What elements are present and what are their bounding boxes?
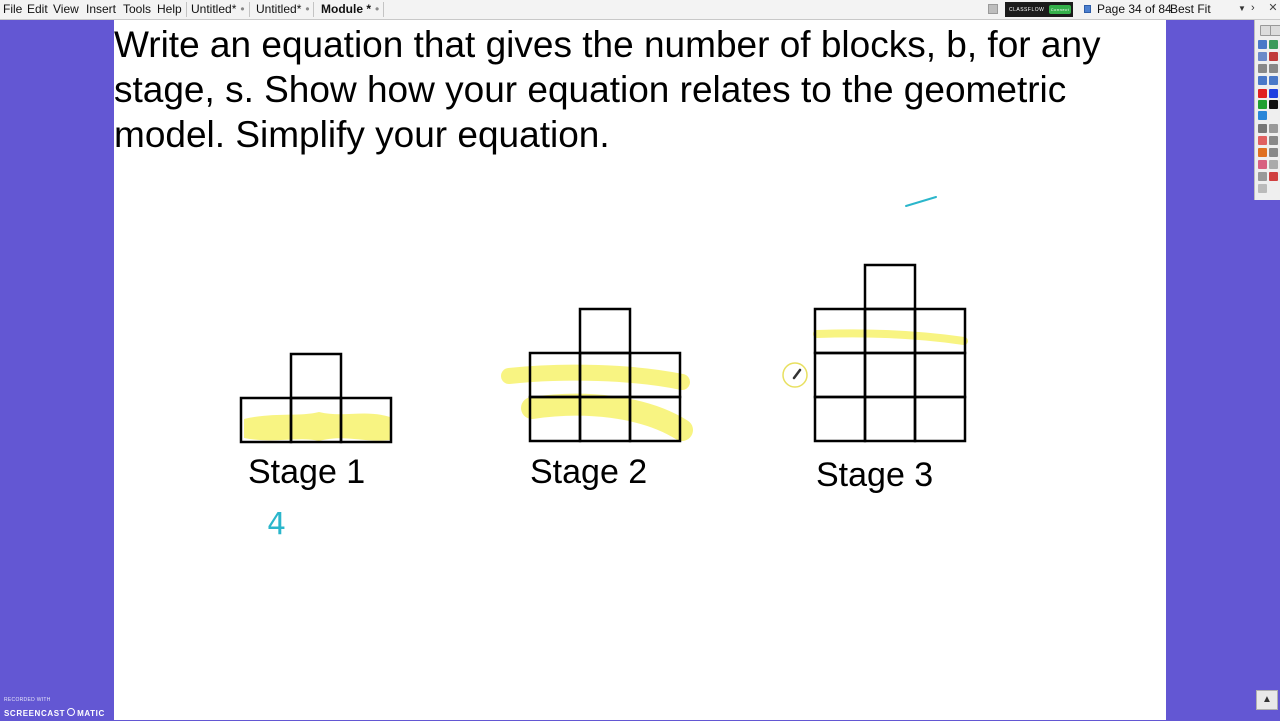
pen-icon[interactable] bbox=[1269, 52, 1278, 61]
color-green-swatch[interactable] bbox=[1258, 100, 1267, 109]
close-icon[interactable] bbox=[1270, 25, 1280, 36]
tab-untitled-1[interactable]: Untitled* • bbox=[191, 3, 245, 16]
prev-page-icon[interactable] bbox=[1258, 76, 1267, 85]
shape-icon[interactable] bbox=[1258, 136, 1267, 145]
flipchart-page[interactable]: Write an equation that gives the number … bbox=[114, 20, 1166, 720]
pen-cursor-icon bbox=[782, 362, 808, 388]
block bbox=[913, 307, 967, 355]
reset-icon[interactable] bbox=[1269, 172, 1278, 181]
stage2-label: Stage 2 bbox=[530, 453, 647, 491]
text-icon[interactable] bbox=[1258, 148, 1267, 157]
menu-file[interactable]: File bbox=[3, 3, 22, 16]
tab-label: Module * bbox=[321, 2, 371, 16]
highlight-stage2-lower bbox=[521, 393, 693, 441]
tab-divider bbox=[313, 2, 314, 17]
main-menu-icon[interactable] bbox=[1258, 40, 1267, 49]
connector-icon[interactable] bbox=[1269, 136, 1278, 145]
block bbox=[863, 395, 917, 443]
eraser-icon[interactable] bbox=[1269, 124, 1278, 133]
tab-close-icon[interactable]: • bbox=[375, 2, 379, 16]
menu-edit[interactable]: Edit bbox=[27, 3, 48, 16]
tab-close-icon[interactable]: • bbox=[240, 2, 244, 16]
block bbox=[578, 307, 632, 355]
toolbox-panel bbox=[1254, 20, 1280, 200]
color-red-swatch[interactable] bbox=[1258, 89, 1267, 98]
block bbox=[913, 395, 967, 443]
tab-label: Untitled* bbox=[191, 2, 237, 16]
select-icon[interactable] bbox=[1258, 52, 1267, 61]
block bbox=[863, 351, 917, 399]
watermark-right-text: MATIC bbox=[77, 709, 105, 718]
color-blue-swatch[interactable] bbox=[1269, 89, 1278, 98]
tab-module[interactable]: Module * • bbox=[321, 3, 379, 16]
highlight-stage3-top bbox=[813, 329, 968, 345]
watermark-top-text: RECORDED WITH bbox=[4, 697, 51, 703]
chevron-down-icon[interactable]: ▼ bbox=[1238, 4, 1248, 14]
chevron-right-icon[interactable]: › bbox=[1251, 2, 1255, 14]
minimize-icon[interactable] bbox=[988, 4, 998, 14]
stage3-model bbox=[813, 263, 967, 443]
block bbox=[289, 352, 343, 400]
menu-bar: File Edit View Insert Tools Help Untitle… bbox=[0, 0, 1280, 20]
redo-icon[interactable] bbox=[1269, 64, 1278, 73]
tab-divider bbox=[383, 2, 384, 17]
tab-untitled-2[interactable]: Untitled* • bbox=[256, 3, 310, 16]
menu-help[interactable]: Help bbox=[157, 3, 182, 16]
highlighter-strokes bbox=[244, 329, 968, 441]
watermark-left-text: SCREENCAST bbox=[4, 709, 66, 718]
highlighter-icon[interactable] bbox=[1258, 124, 1267, 133]
toolbox-toggle-icon[interactable]: ▲ bbox=[1256, 690, 1278, 710]
camera-icon[interactable] bbox=[1258, 172, 1267, 181]
clear-icon[interactable] bbox=[1269, 160, 1278, 169]
spotlight-icon[interactable] bbox=[1258, 160, 1267, 169]
tab-divider bbox=[249, 2, 250, 17]
color-black-swatch[interactable] bbox=[1269, 100, 1278, 109]
handwritten-dash bbox=[905, 196, 937, 207]
tab-divider bbox=[186, 2, 187, 17]
classflow-label: CLASSFLOW bbox=[1009, 7, 1045, 13]
browsers-icon[interactable] bbox=[1269, 40, 1278, 49]
page-indicator: Page 34 of 84 bbox=[1097, 2, 1172, 16]
undo-icon[interactable] bbox=[1258, 64, 1267, 73]
fill-icon[interactable] bbox=[1258, 111, 1267, 120]
zoom-select[interactable]: Best Fit bbox=[1170, 3, 1211, 16]
stage3-label: Stage 3 bbox=[816, 456, 933, 494]
stage1-label: Stage 1 bbox=[248, 453, 365, 491]
classflow-connect-button[interactable]: Connect bbox=[1049, 5, 1071, 14]
menu-insert[interactable]: Insert bbox=[86, 3, 116, 16]
next-page-icon[interactable] bbox=[1269, 76, 1278, 85]
block bbox=[813, 351, 867, 399]
page-icon bbox=[1084, 5, 1091, 13]
block bbox=[863, 263, 917, 311]
highlight-stage2-upper bbox=[501, 364, 690, 390]
close-icon[interactable]: ✕ bbox=[1266, 1, 1280, 15]
watermark-logo-icon bbox=[67, 707, 76, 716]
menu-view[interactable]: View bbox=[53, 3, 79, 16]
magic-ink-icon[interactable] bbox=[1269, 148, 1278, 157]
classflow-badge[interactable]: CLASSFLOW Connect bbox=[1005, 2, 1073, 17]
highlight-stage1 bbox=[244, 412, 390, 441]
tab-close-icon[interactable]: • bbox=[305, 2, 309, 16]
block bbox=[913, 351, 967, 399]
drawing-canvas[interactable]: Stage 1 Stage 2 Stage 3 4 bbox=[114, 20, 1166, 720]
block bbox=[813, 395, 867, 443]
tab-label: Untitled* bbox=[256, 2, 302, 16]
menu-tools[interactable]: Tools bbox=[123, 3, 151, 16]
more-tools-icon[interactable] bbox=[1258, 184, 1267, 193]
screencast-watermark: RECORDED WITH SCREENCAST MATIC bbox=[4, 697, 105, 721]
handwritten-count: 4 bbox=[267, 507, 286, 542]
